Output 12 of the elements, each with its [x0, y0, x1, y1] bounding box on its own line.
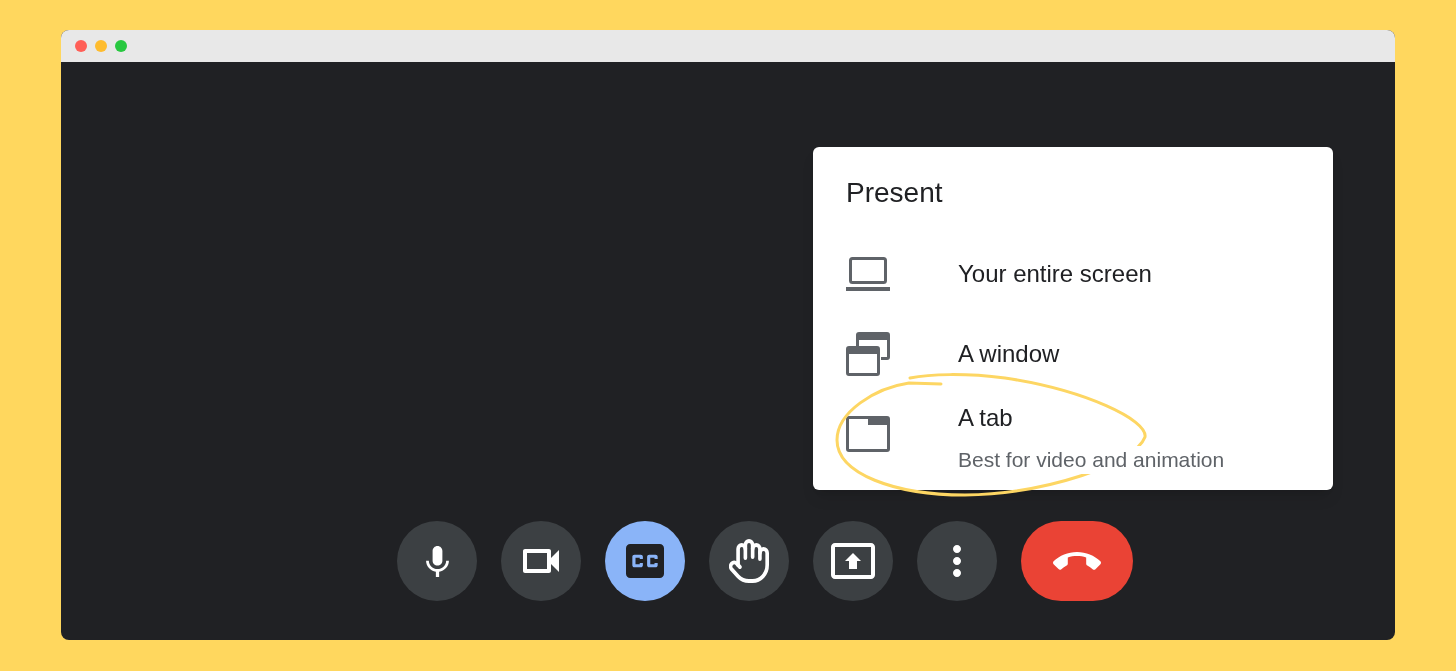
- menu-option-description: Best for video and animation: [958, 446, 1225, 474]
- microphone-icon: [425, 545, 449, 577]
- browser-tab-icon: [846, 416, 890, 452]
- closed-captions-icon: [626, 544, 664, 578]
- menu-title: Present: [846, 176, 943, 210]
- more-options-icon: [953, 545, 961, 577]
- phone-handset-icon: [1053, 552, 1101, 570]
- screen-with-arrow-icon: [831, 543, 875, 579]
- raised-hand-icon: [729, 539, 769, 583]
- video-camera-icon: [523, 549, 559, 573]
- overlapping-windows-icon: [846, 332, 890, 376]
- laptop-icon: [846, 257, 890, 291]
